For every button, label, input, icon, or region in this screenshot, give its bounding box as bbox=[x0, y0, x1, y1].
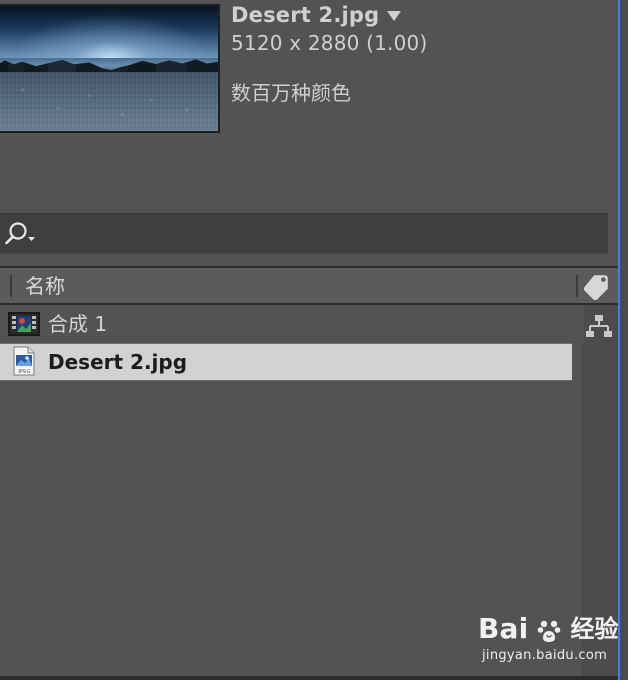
image-thumbnail bbox=[0, 4, 220, 133]
list-item-label: 合成 1 bbox=[48, 312, 108, 336]
search-bar[interactable] bbox=[0, 213, 608, 254]
column-separator-left bbox=[10, 275, 12, 297]
item-icon bbox=[0, 305, 48, 343]
item-dimensions: 5120 x 2880 (1.00) bbox=[231, 31, 428, 55]
flowchart-icon[interactable] bbox=[584, 313, 614, 339]
jpeg-file-icon: JPEG bbox=[13, 346, 35, 376]
project-list: 合成 1 JPEG Desert 2.jpg bbox=[0, 305, 618, 680]
panel-right-edge bbox=[618, 0, 628, 680]
item-title-row[interactable]: Desert 2.jpg bbox=[231, 3, 601, 27]
tag-icon[interactable] bbox=[582, 272, 610, 300]
dropdown-arrow-icon[interactable] bbox=[387, 10, 402, 21]
svg-text:JPEG: JPEG bbox=[17, 369, 30, 375]
composition-icon bbox=[8, 312, 40, 336]
item-icon: JPEG bbox=[0, 343, 48, 381]
thumbnail-sparkle bbox=[0, 72, 218, 131]
column-name-label[interactable]: 名称 bbox=[25, 274, 65, 298]
list-item-label: Desert 2.jpg bbox=[48, 350, 188, 374]
list-item[interactable]: 合成 1 bbox=[0, 305, 584, 343]
search-icon[interactable] bbox=[2, 221, 40, 247]
item-title: Desert 2.jpg bbox=[231, 3, 380, 27]
item-metadata: Desert 2.jpg 5120 x 2880 (1.00) 数百万种颜色 bbox=[231, 3, 601, 105]
column-separator-right bbox=[576, 275, 578, 297]
bottom-strip bbox=[0, 676, 618, 680]
project-panel: Desert 2.jpg 5120 x 2880 (1.00) 数百万种颜色 名… bbox=[0, 0, 618, 680]
list-right-column bbox=[582, 305, 618, 680]
column-header: 名称 bbox=[0, 266, 618, 305]
item-color-depth: 数百万种颜色 bbox=[231, 81, 351, 105]
list-item[interactable]: JPEG Desert 2.jpg bbox=[0, 343, 572, 381]
